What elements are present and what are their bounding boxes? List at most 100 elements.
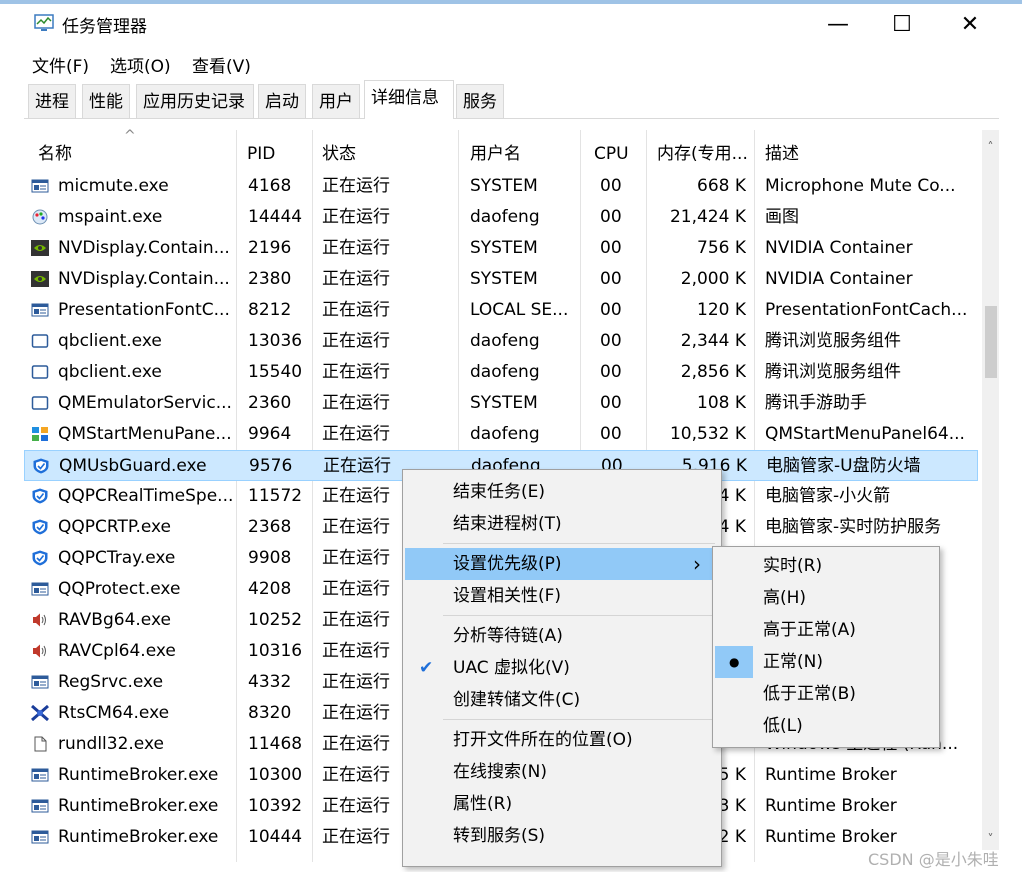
tab-users[interactable]: 用户 xyxy=(312,84,360,118)
column-header-description[interactable]: 描述 xyxy=(765,138,799,170)
menu-separator xyxy=(443,615,715,616)
blank-window-icon xyxy=(31,364,49,380)
cell-pid: 4332 xyxy=(248,672,292,692)
shield-icon xyxy=(31,519,49,535)
cell-description: 电脑管家-U盘防火墙 xyxy=(766,456,921,476)
priority-option[interactable]: 高(H) xyxy=(715,582,935,614)
context-menu-item[interactable]: 属性(R) xyxy=(405,788,717,820)
cell-cpu: 00 xyxy=(600,331,622,351)
context-menu-item[interactable]: 设置相关性(F) xyxy=(405,580,717,612)
cell-description: 电脑管家-实时防护服务 xyxy=(765,517,942,537)
nvidia-icon xyxy=(31,271,49,287)
app-window-icon xyxy=(31,178,49,194)
context-menu-item[interactable]: 创建转储文件(C) xyxy=(405,684,717,716)
bullet-icon: ● xyxy=(729,655,740,669)
table-row[interactable]: QMStartMenuPane... 9964 正在运行 daofeng 00 10,53… xyxy=(24,419,978,450)
minimize-button[interactable]: — xyxy=(808,4,868,46)
tab-startup[interactable]: 启动 xyxy=(258,84,306,118)
cell-pid: 9964 xyxy=(248,424,292,444)
column-header-pid[interactable]: PID xyxy=(247,138,275,170)
blank-file-icon xyxy=(31,736,49,752)
cell-pid: 8212 xyxy=(248,300,292,320)
cell-cpu: 00 xyxy=(600,393,622,413)
app-window-icon xyxy=(31,767,49,783)
cell-pid: 4168 xyxy=(248,176,292,196)
cell-status: 正在运行 xyxy=(322,300,390,320)
tab-performance[interactable]: 性能 xyxy=(82,84,130,118)
menu-item-label: 正常(N) xyxy=(763,652,823,672)
column-header-name[interactable]: 名称 xyxy=(38,138,72,170)
priority-option[interactable]: 低(L) xyxy=(715,710,935,742)
cell-status: 正在运行 xyxy=(322,362,390,382)
maximize-button[interactable]: ☐ xyxy=(872,4,932,46)
cell-pid: 2196 xyxy=(248,238,292,258)
table-row[interactable]: qbclient.exe 13036 正在运行 daofeng 00 2,344 K 腾讯浏… xyxy=(24,326,978,357)
context-menu-item[interactable]: UAC 虚拟化(V) ✔ xyxy=(405,652,717,684)
cell-description: 电脑管家-小火箭 xyxy=(765,486,891,506)
tab-details[interactable]: 详细信息 xyxy=(364,80,454,119)
cell-memory: 108 K xyxy=(697,393,746,413)
table-row[interactable]: NVDisplay.Contain... 2380 正在运行 SYSTEM 00 2,00… xyxy=(24,264,978,295)
cell-description: 腾讯浏览服务组件 xyxy=(765,331,901,351)
vertical-scrollbar[interactable] xyxy=(982,130,999,850)
cell-username: LOCAL SE... xyxy=(470,300,569,320)
title-bar[interactable] xyxy=(0,4,1022,46)
table-row[interactable]: NVDisplay.Contain... 2196 正在运行 SYSTEM 00 756 … xyxy=(24,233,978,264)
menu-item-label: 高(H) xyxy=(763,588,807,608)
cell-memory: 2,856 K xyxy=(680,362,746,382)
cell-description: 腾讯浏览服务组件 xyxy=(765,362,901,382)
menu-view[interactable]: 查看(V) xyxy=(192,52,251,77)
app-window-icon xyxy=(31,581,49,597)
priority-option[interactable]: 低于正常(B) xyxy=(715,678,935,710)
cell-pid: 13036 xyxy=(248,331,303,351)
menu-item-label: 创建转储文件(C) xyxy=(453,690,581,710)
cell-name: QMEmulatorServic... xyxy=(58,393,232,413)
context-menu-item[interactable]: 转到服务(S) xyxy=(405,820,717,852)
cell-name: RegSrvc.exe xyxy=(58,672,164,692)
table-row[interactable]: PresentationFontC... 8212 正在运行 LOCAL SE... 0… xyxy=(24,295,978,326)
table-row[interactable]: mspaint.exe 14444 正在运行 daofeng 00 21,424 K 画图 xyxy=(24,202,978,233)
table-row[interactable]: qbclient.exe 15540 正在运行 daofeng 00 2,856 K 腾讯浏… xyxy=(24,357,978,388)
priority-option[interactable]: 高于正常(A) xyxy=(715,614,935,646)
menu-file[interactable]: 文件(F) xyxy=(32,52,89,77)
paint-icon xyxy=(31,209,49,225)
scroll-up-arrow-icon[interactable]: ˄ xyxy=(982,140,999,156)
column-header-status[interactable]: 状态 xyxy=(322,138,356,170)
context-menu-item[interactable]: 设置优先级(P) › xyxy=(405,548,717,580)
context-menu-item[interactable]: 在线搜索(N) xyxy=(405,756,717,788)
context-menu-item[interactable]: 打开文件所在的位置(O) xyxy=(405,724,717,756)
priority-option[interactable]: ● 正常(N) xyxy=(715,646,935,678)
cell-memory: 668 K xyxy=(697,176,746,196)
table-row[interactable]: QMEmulatorServic... 2360 正在运行 SYSTEM 00 108 K… xyxy=(24,388,978,419)
cell-name: RuntimeBroker.exe xyxy=(58,796,219,816)
column-header-username[interactable]: 用户名 xyxy=(470,138,521,170)
tab-services[interactable]: 服务 xyxy=(456,84,504,118)
cell-username: daofeng xyxy=(470,362,540,382)
cell-name: QMUsbGuard.exe xyxy=(59,456,207,476)
cell-name: micmute.exe xyxy=(58,176,169,196)
priority-option[interactable]: 实时(R) xyxy=(715,550,935,582)
cell-pid: 9908 xyxy=(248,548,292,568)
cell-memory: 2,344 K xyxy=(680,331,746,351)
context-menu-item[interactable]: 分析等待链(A) xyxy=(405,620,717,652)
cell-name: QMStartMenuPane... xyxy=(58,424,232,444)
context-menu-item[interactable]: 结束任务(E) xyxy=(405,476,717,508)
column-header-cpu[interactable]: CPU xyxy=(594,138,629,170)
tab-app-history[interactable]: 应用历史记录 xyxy=(136,84,254,118)
cell-name: qbclient.exe xyxy=(58,362,162,382)
tab-processes[interactable]: 进程 xyxy=(28,84,76,118)
menu-item-label: 结束任务(E) xyxy=(453,482,546,502)
cell-pid: 10392 xyxy=(248,796,303,816)
menu-item-label: 低(L) xyxy=(763,716,803,736)
column-header-memory[interactable]: 内存(专用... xyxy=(657,138,748,170)
context-menu-item[interactable]: 结束进程树(T) xyxy=(405,508,717,540)
cell-username: daofeng xyxy=(470,331,540,351)
menu-options[interactable]: 选项(O) xyxy=(110,52,171,77)
scrollbar-thumb[interactable] xyxy=(985,306,997,378)
cell-description: 腾讯手游助手 xyxy=(765,393,867,413)
close-button[interactable]: ✕ xyxy=(940,4,1000,46)
checkmark-icon: ✔ xyxy=(419,658,434,678)
table-row[interactable]: micmute.exe 4168 正在运行 SYSTEM 00 668 K Micropho… xyxy=(24,171,978,202)
app-window-icon xyxy=(31,798,49,814)
sort-ascending-icon: ^ xyxy=(124,128,136,144)
